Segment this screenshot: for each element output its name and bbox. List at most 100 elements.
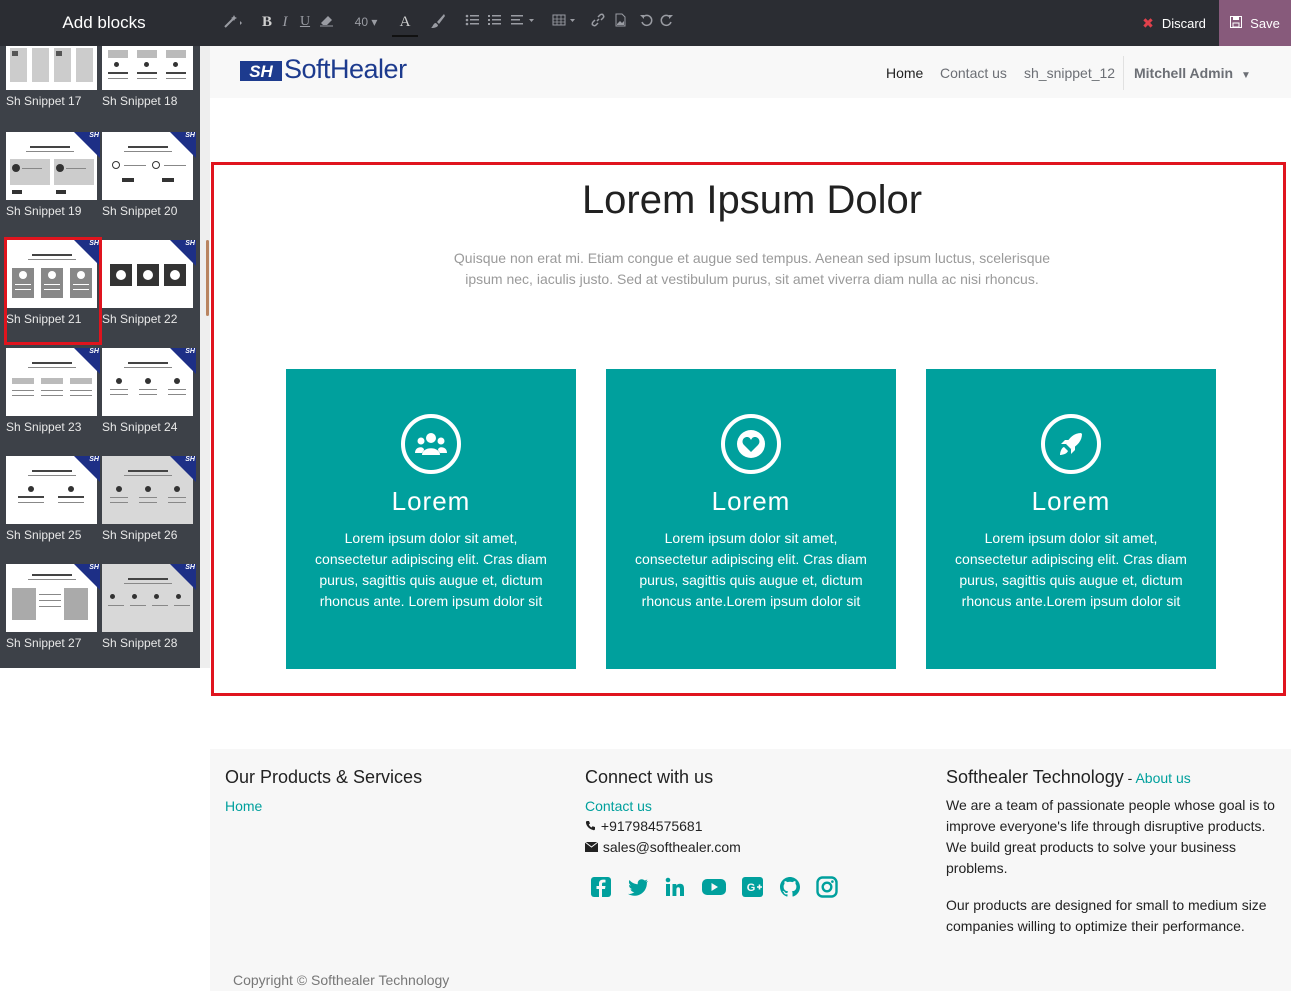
badge-text: SH [89, 348, 99, 355]
close-icon: ✖ [1142, 14, 1154, 31]
font-color-underbar [392, 35, 418, 37]
snippet-label: Sh Snippet 19 [6, 204, 82, 218]
badge-text: SH [89, 240, 99, 247]
logo-text: SoftHealer [284, 54, 407, 84]
sidebar-scrollbar-thumb[interactable] [206, 240, 209, 316]
bullet-list-icon[interactable] [464, 13, 480, 31]
snippet-label: Sh Snippet 17 [6, 94, 82, 108]
badge-text: SH [185, 240, 195, 247]
italic-icon[interactable]: I [278, 13, 292, 31]
snippet-label: Sh Snippet 28 [102, 636, 178, 650]
bold-icon[interactable]: B [260, 13, 274, 31]
badge-text: SH [89, 132, 99, 139]
youtube-icon[interactable] [701, 875, 727, 901]
snippet-item-17[interactable]: Sh Snippet 17 [6, 46, 100, 128]
snippet-item-19[interactable]: SH Sh Snippet 19 [6, 132, 100, 238]
snippet-item-28[interactable]: SH Sh Snippet 28 [102, 564, 196, 668]
badge-text: SH [185, 132, 195, 139]
footer-contact-link[interactable]: Contact us [585, 798, 652, 814]
snippet-item-20[interactable]: SH Sh Snippet 20 [102, 132, 196, 238]
envelope-icon [584, 837, 599, 858]
snippet-item-23[interactable]: SH Sh Snippet 23 [6, 348, 100, 454]
snippet-item-27[interactable]: SH Sh Snippet 27 [6, 564, 100, 668]
about-us-link[interactable]: About us [1135, 770, 1190, 786]
caret-down-icon: ▼ [1240, 70, 1251, 81]
redo-icon[interactable] [659, 13, 675, 31]
snippet-item-26[interactable]: SH Sh Snippet 26 [102, 456, 196, 562]
svg-text:SH: SH [249, 62, 273, 81]
underline-icon[interactable]: U [298, 13, 312, 31]
company-description: We are a team of passionate people whose… [946, 797, 1275, 876]
sidebar-scrollbar[interactable] [200, 46, 210, 668]
linkedin-icon[interactable] [663, 875, 689, 901]
email-address: sales@softhealer.com [602, 839, 741, 855]
floppy-disk-icon [1230, 15, 1243, 31]
phone-line: +917984575681 [585, 816, 703, 837]
font-size-dropdown[interactable]: 40 ▾ [350, 13, 382, 31]
nav-divider [1123, 56, 1124, 90]
phone-number: +917984575681 [600, 818, 703, 834]
save-label: Save [1250, 15, 1280, 31]
phone-icon [585, 816, 597, 837]
nav-sh-snippet-12[interactable]: sh_snippet_12 [1024, 65, 1115, 81]
page-root: Add blocks Sh Snippet 17 Sh Snippet 18 S… [0, 0, 1291, 991]
snippet-thumbnail [102, 46, 193, 90]
site-footer: Our Products & Services Home Connect wit… [210, 749, 1291, 991]
snippet-item-21[interactable]: SH Sh Snippet 21 [4, 237, 102, 346]
discard-button[interactable]: ✖ Discard [1129, 0, 1219, 46]
nav-home[interactable]: Home [886, 65, 923, 81]
user-name: Mitchell Admin [1134, 65, 1234, 81]
site-header: SH SoftHealer Home Contact us sh_snippet… [210, 46, 1291, 98]
company-name: Softhealer Technology [946, 767, 1124, 787]
user-menu[interactable]: Mitchell Admin ▼ [1134, 65, 1251, 81]
copyright-text: Copyright © Softhealer Technology [233, 972, 450, 988]
add-blocks-sidebar: Add blocks Sh Snippet 17 Sh Snippet 18 S… [0, 0, 210, 668]
github-icon[interactable] [778, 875, 804, 901]
eraser-icon[interactable] [318, 13, 336, 31]
brush-icon[interactable] [429, 13, 447, 33]
connect-heading: Connect with us [585, 767, 714, 787]
snippet-item-24[interactable]: SH Sh Snippet 24 [102, 348, 196, 454]
email-line: sales@softhealer.com [584, 837, 741, 858]
softhealer-logo[interactable]: SH SoftHealer [240, 54, 407, 85]
badge-text: SH [89, 456, 99, 463]
logo-mark-icon: SH [240, 60, 282, 81]
font-color-letter: A [399, 14, 411, 30]
svg-text:G: G [747, 882, 756, 894]
nav-contact-us[interactable]: Contact us [940, 65, 1007, 81]
save-button[interactable]: Save [1219, 0, 1291, 46]
snippet-label: Sh Snippet 21 [6, 312, 82, 326]
table-dropdown[interactable] [550, 13, 580, 31]
sidebar-title: Add blocks [0, 0, 210, 46]
badge-text: SH [185, 456, 195, 463]
twitter-icon[interactable] [626, 875, 652, 901]
font-size-value: 40 [354, 15, 368, 29]
snippet-list[interactable]: Sh Snippet 17 Sh Snippet 18 SH Sh Snippe… [0, 46, 198, 668]
snippet-item-22[interactable]: SH Sh Snippet 22 [102, 240, 196, 346]
snippet-item-18[interactable]: Sh Snippet 18 [102, 46, 196, 128]
badge-text: SH [185, 564, 195, 571]
link-icon[interactable] [590, 13, 606, 31]
company-description-2: Our products are designed for small to m… [946, 897, 1267, 934]
image-icon[interactable] [612, 13, 628, 31]
selected-block-highlight[interactable] [211, 162, 1286, 696]
numbered-list-icon[interactable] [486, 13, 502, 31]
snippet-label: Sh Snippet 26 [102, 528, 178, 542]
snippet-label: Sh Snippet 27 [6, 636, 82, 650]
facebook-icon[interactable] [589, 875, 615, 901]
company-heading: Softhealer Technology - About us [946, 767, 1191, 788]
magic-wand-icon[interactable] [222, 13, 246, 33]
footer-home-link[interactable]: Home [225, 798, 262, 814]
snippet-label: Sh Snippet 20 [102, 204, 178, 218]
products-heading: Our Products & Services [225, 767, 423, 787]
align-dropdown[interactable] [508, 13, 538, 31]
heading-separator: - [1123, 770, 1136, 786]
font-color-icon[interactable]: A [392, 13, 418, 37]
instagram-icon[interactable] [815, 875, 841, 901]
google-plus-icon[interactable]: G [741, 875, 767, 901]
snippet-item-25[interactable]: SH Sh Snippet 25 [6, 456, 100, 562]
snippet-label: Sh Snippet 18 [102, 94, 178, 108]
undo-icon[interactable] [638, 13, 654, 31]
badge-text: SH [185, 348, 195, 355]
snippet-label: Sh Snippet 23 [6, 420, 82, 434]
